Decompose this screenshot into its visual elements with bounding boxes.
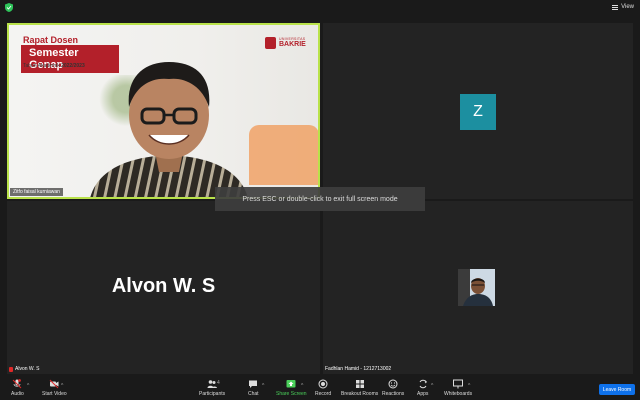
record-button[interactable]: Record: [315, 379, 331, 397]
reactions-icon: [388, 379, 398, 389]
orange-chair: [249, 125, 318, 185]
reactions-button[interactable]: Reactions: [382, 379, 404, 397]
whiteboard-icon: [453, 379, 464, 389]
fullscreen-toast: Press ESC or double-click to exit full s…: [215, 187, 425, 211]
video-tile-alvon[interactable]: Alvon W. S Alvon W. S: [7, 201, 320, 374]
meeting-toolbar: Audio ^ Start Video ^ Participants 4 Cha…: [0, 376, 640, 400]
video-options-chevron-icon[interactable]: ^: [61, 383, 63, 389]
speaker-person-video: [90, 62, 248, 197]
university-logo: UNIVERSITAS BAKRIE: [265, 37, 306, 49]
slide-title: Rapat Dosen: [23, 35, 79, 45]
participant-display-name: Alvon W. S: [111, 275, 216, 297]
participant-name-tag: Fadhlan Hamid - 1212713002: [325, 366, 392, 372]
participant-name-tag: Zitfo faisal kurniawan: [10, 188, 63, 196]
top-bar: View: [0, 0, 640, 14]
slide-academic-year: Tahun Akademik 2022/2023: [23, 63, 85, 69]
whiteboards-chevron-icon[interactable]: ^: [468, 383, 470, 389]
participants-icon: [207, 380, 218, 388]
apps-chevron-icon[interactable]: ^: [431, 383, 433, 389]
muted-mic-icon: [13, 379, 22, 389]
participant-photo: [458, 269, 495, 306]
participants-button[interactable]: Participants: [199, 379, 225, 397]
record-icon: [318, 379, 328, 389]
view-button[interactable]: View: [612, 2, 634, 12]
video-tile-z[interactable]: Z: [323, 23, 633, 199]
participant-name-tag: Alvon W. S: [9, 366, 39, 372]
video-tile-fadhlan[interactable]: Fadhlan Hamid - 1212713002: [323, 201, 633, 374]
breakout-rooms-icon: [355, 380, 364, 388]
audio-button[interactable]: Audio: [11, 379, 24, 397]
audio-options-chevron-icon[interactable]: ^: [27, 383, 29, 389]
view-label: View: [621, 4, 634, 10]
apps-button[interactable]: Apps: [417, 379, 428, 397]
share-screen-icon: [286, 380, 296, 388]
video-off-icon: [49, 379, 59, 389]
muted-mic-icon: [9, 366, 13, 372]
avatar: Z: [460, 94, 496, 130]
logo-mark-icon: [265, 37, 276, 49]
breakout-rooms-button[interactable]: Breakout Rooms: [341, 379, 378, 397]
participants-count: 4: [217, 380, 220, 386]
chat-icon: [249, 380, 258, 388]
leave-room-button[interactable]: Leave Room: [599, 384, 635, 395]
shield-check-icon[interactable]: [5, 3, 13, 12]
video-tile-speaker[interactable]: Rapat Dosen Semester Genap Tahun Akademi…: [7, 23, 320, 199]
chat-chevron-icon[interactable]: ^: [262, 383, 264, 389]
share-options-chevron-icon[interactable]: ^: [301, 383, 303, 389]
apps-icon: [419, 379, 427, 389]
menu-icon: [612, 4, 619, 10]
chat-button[interactable]: Chat: [248, 379, 259, 397]
